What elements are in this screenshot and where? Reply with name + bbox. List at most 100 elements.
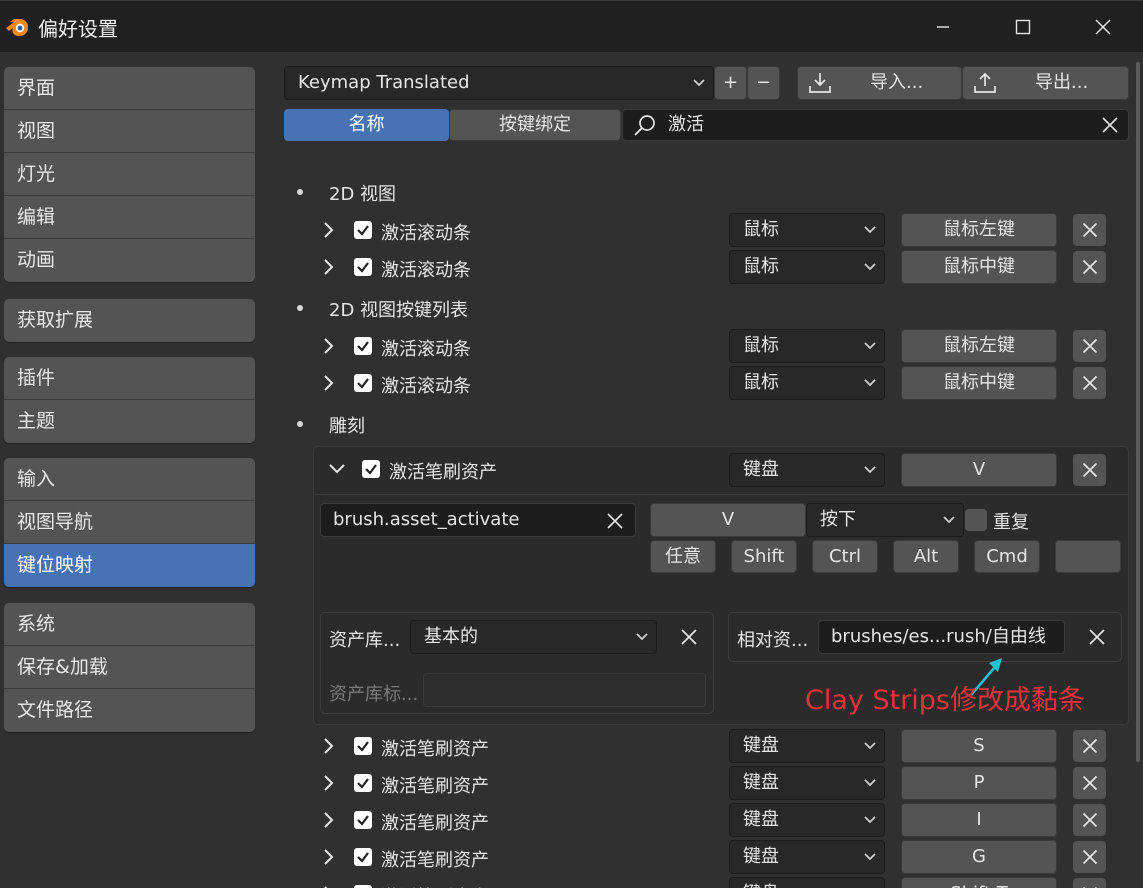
remove-item-button[interactable] bbox=[1073, 767, 1106, 799]
remove-item-button[interactable] bbox=[1073, 251, 1106, 283]
active-checkbox[interactable] bbox=[354, 337, 372, 355]
sidebar-item[interactable]: 文件路径 bbox=[4, 689, 255, 732]
key-button[interactable]: S bbox=[901, 729, 1057, 763]
maximize-button[interactable] bbox=[983, 1, 1063, 53]
modifier-button[interactable]: Shift bbox=[731, 540, 797, 573]
category-bullet bbox=[297, 421, 303, 427]
sidebar-item[interactable]: 界面 bbox=[4, 67, 255, 110]
sidebar-item[interactable]: 系统 bbox=[4, 603, 255, 646]
sidebar-item[interactable]: 视图 bbox=[4, 110, 255, 153]
clear-search-icon[interactable] bbox=[1102, 117, 1118, 133]
active-checkbox[interactable] bbox=[354, 774, 372, 792]
sidebar-item[interactable]: 编辑 bbox=[4, 196, 255, 239]
close-icon bbox=[1082, 222, 1097, 238]
device-value: 键盘 bbox=[743, 735, 779, 756]
active-checkbox[interactable] bbox=[354, 811, 372, 829]
key-capture-button[interactable]: V bbox=[650, 503, 806, 537]
sidebar-item[interactable]: 主题 bbox=[4, 400, 255, 443]
chevron-right-icon[interactable] bbox=[323, 736, 337, 756]
search-icon bbox=[634, 115, 655, 136]
clear-asset-library-button[interactable] bbox=[673, 621, 705, 653]
key-button[interactable]: 鼠标左键 bbox=[901, 329, 1057, 363]
keymap-preset-dropdown[interactable]: Keymap Translated bbox=[284, 66, 714, 100]
operator-id-field[interactable]: brush.asset_activate bbox=[320, 503, 636, 537]
title-bar[interactable]: 偏好设置 bbox=[0, 0, 1143, 52]
key-button[interactable]: P bbox=[901, 766, 1057, 800]
device-dropdown[interactable]: 键盘 bbox=[729, 840, 885, 874]
active-checkbox[interactable] bbox=[354, 737, 372, 755]
expanded-key-button[interactable]: V bbox=[901, 453, 1057, 487]
device-dropdown[interactable]: 鼠标 bbox=[729, 329, 885, 363]
sidebar-item[interactable]: 输入 bbox=[4, 458, 255, 501]
remove-item-button[interactable] bbox=[1073, 214, 1106, 246]
device-dropdown[interactable]: 键盘 bbox=[729, 729, 885, 763]
active-checkbox[interactable] bbox=[354, 221, 372, 239]
expanded-remove-button[interactable] bbox=[1073, 454, 1106, 486]
device-dropdown[interactable]: 键盘 bbox=[729, 766, 885, 800]
chevron-right-icon[interactable] bbox=[323, 847, 337, 867]
asset-library-dropdown[interactable]: 基本的 bbox=[410, 620, 657, 654]
chevron-down-icon[interactable] bbox=[328, 459, 346, 479]
device-dropdown[interactable]: 鼠标 bbox=[729, 213, 885, 247]
repeat-checkbox[interactable] bbox=[965, 509, 987, 531]
chevron-down-icon bbox=[863, 454, 877, 486]
key-button[interactable]: G bbox=[901, 840, 1057, 874]
tab-name[interactable]: 名称 bbox=[284, 109, 449, 141]
remove-item-button[interactable] bbox=[1073, 841, 1106, 873]
event-type-dropdown[interactable]: 按下 bbox=[806, 503, 964, 537]
remove-item-button[interactable] bbox=[1073, 330, 1106, 362]
modifier-button[interactable]: Ctrl bbox=[812, 540, 878, 573]
search-input[interactable]: 激活 bbox=[622, 109, 1129, 141]
relative-asset-field[interactable]: brushes/es...rush/自由线 bbox=[818, 620, 1065, 654]
sidebar-item[interactable]: 插件 bbox=[4, 357, 255, 400]
remove-preset-button[interactable]: − bbox=[747, 66, 780, 100]
import-button[interactable]: 导入... bbox=[797, 66, 962, 100]
tab-key-binding[interactable]: 按键绑定 bbox=[449, 109, 621, 141]
remove-item-button[interactable] bbox=[1073, 804, 1106, 836]
key-button[interactable]: I bbox=[901, 803, 1057, 837]
sidebar-item[interactable]: 动画 bbox=[4, 239, 255, 282]
remove-item-button[interactable] bbox=[1073, 730, 1106, 762]
key-button[interactable]: 鼠标中键 bbox=[901, 366, 1057, 400]
active-checkbox[interactable] bbox=[354, 258, 372, 276]
sidebar-item[interactable]: 键位映射 bbox=[4, 544, 255, 587]
key-button[interactable]: 鼠标中键 bbox=[901, 250, 1057, 284]
chevron-right-icon[interactable] bbox=[323, 773, 337, 793]
chevron-right-icon[interactable] bbox=[323, 884, 337, 888]
close-window-button[interactable] bbox=[1063, 1, 1143, 53]
chevron-right-icon[interactable] bbox=[323, 257, 337, 277]
asset-library-id-field[interactable] bbox=[423, 673, 706, 707]
key-modifier-button[interactable] bbox=[1055, 540, 1121, 573]
modifier-button[interactable]: Cmd bbox=[974, 540, 1040, 573]
modifier-button[interactable]: Alt bbox=[893, 540, 959, 573]
device-dropdown[interactable]: 鼠标 bbox=[729, 366, 885, 400]
active-checkbox[interactable] bbox=[354, 848, 372, 866]
key-button[interactable]: 鼠标左键 bbox=[901, 213, 1057, 247]
sidebar-item[interactable]: 视图导航 bbox=[4, 501, 255, 544]
clear-operator-icon[interactable] bbox=[607, 513, 623, 529]
clear-relative-asset-button[interactable] bbox=[1081, 621, 1113, 653]
active-checkbox[interactable] bbox=[354, 374, 372, 392]
remove-item-button[interactable] bbox=[1073, 878, 1106, 888]
sidebar-item[interactable]: 灯光 bbox=[4, 153, 255, 196]
device-dropdown[interactable]: 键盘 bbox=[729, 803, 885, 837]
scrollbar[interactable] bbox=[1136, 62, 1140, 762]
remove-item-button[interactable] bbox=[1073, 367, 1106, 399]
export-button[interactable]: 导出... bbox=[962, 66, 1129, 100]
chevron-down-icon bbox=[863, 214, 877, 246]
add-preset-button[interactable]: + bbox=[714, 66, 747, 100]
chevron-right-icon[interactable] bbox=[323, 220, 337, 240]
expanded-device-dropdown[interactable]: 键盘 bbox=[729, 453, 885, 487]
modifier-button[interactable]: 任意 bbox=[650, 540, 716, 573]
device-dropdown[interactable]: 键盘 bbox=[729, 877, 885, 888]
minimize-button[interactable] bbox=[903, 1, 983, 53]
chevron-right-icon[interactable] bbox=[323, 336, 337, 356]
device-dropdown[interactable]: 鼠标 bbox=[729, 250, 885, 284]
chevron-right-icon[interactable] bbox=[323, 373, 337, 393]
key-button[interactable]: Shift T bbox=[901, 877, 1057, 888]
sidebar-item[interactable]: 保存&加载 bbox=[4, 646, 255, 689]
checkmark-icon bbox=[357, 225, 369, 236]
expanded-active-checkbox[interactable] bbox=[362, 460, 380, 478]
chevron-right-icon[interactable] bbox=[323, 810, 337, 830]
sidebar-item[interactable]: 获取扩展 bbox=[4, 299, 255, 342]
